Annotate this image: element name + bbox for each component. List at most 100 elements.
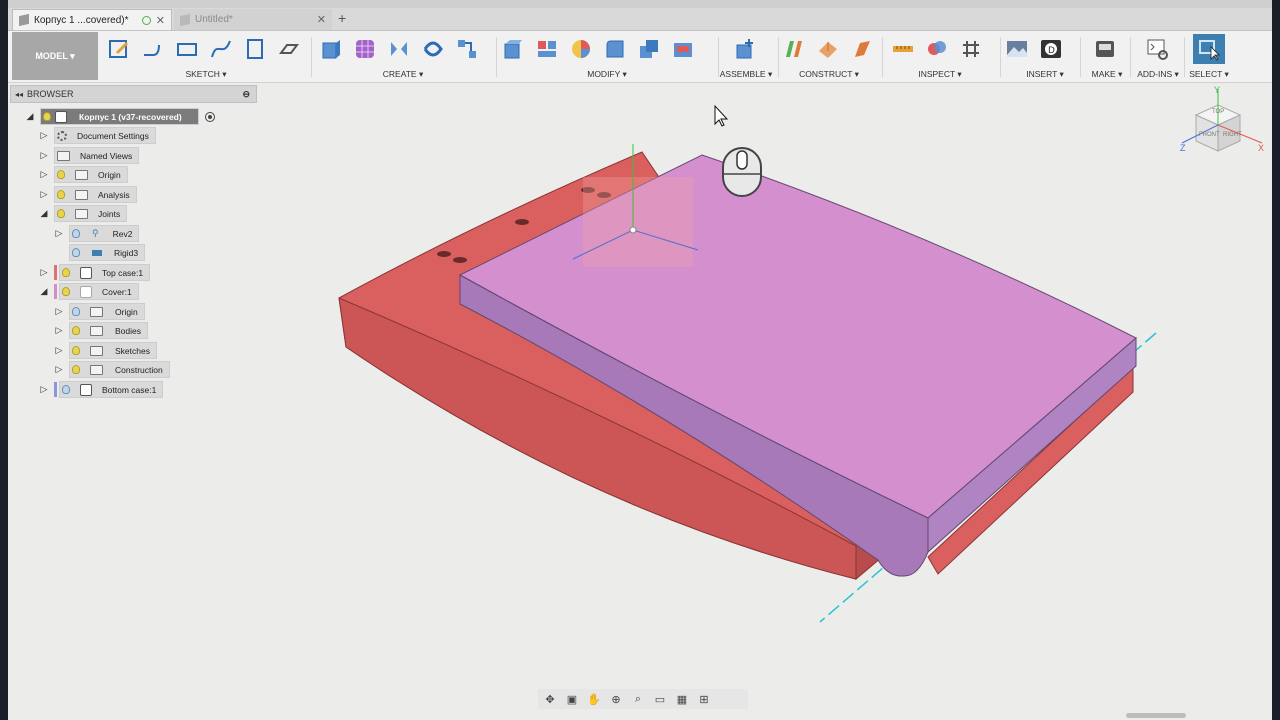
model-canvas[interactable]: [8, 82, 1272, 712]
make-menu-label[interactable]: MAKE ▾: [1080, 69, 1134, 80]
expand-triangle-icon[interactable]: ▷: [38, 169, 50, 180]
shell-icon[interactable]: [670, 36, 696, 62]
activate-component-icon[interactable]: [204, 111, 215, 122]
viewports-icon[interactable]: ⊞: [696, 692, 712, 706]
plane-at-angle-icon[interactable]: [815, 36, 841, 62]
visibility-bulb-icon[interactable]: [62, 268, 70, 277]
visibility-bulb-icon[interactable]: [62, 287, 70, 296]
browser-panel-header[interactable]: ◂◂ BROWSER ⊖: [10, 85, 257, 103]
pan-hand-icon[interactable]: ✋: [586, 692, 602, 706]
form-icon[interactable]: [352, 36, 378, 62]
collapse-triangle-icon[interactable]: ◢: [38, 286, 50, 297]
grid-settings-icon[interactable]: ▦: [674, 692, 690, 706]
axis-icon[interactable]: [849, 36, 875, 62]
tree-item-construction[interactable]: ▷ Construction: [53, 361, 170, 378]
tree-item-cover-origin[interactable]: ▷ Origin: [53, 303, 145, 320]
create-sketch-icon[interactable]: [106, 36, 132, 62]
addins-menu-label[interactable]: ADD-INS ▾: [1130, 69, 1186, 80]
assemble-menu-label[interactable]: ASSEMBLE ▾: [716, 69, 776, 80]
visibility-bulb-icon[interactable]: [72, 346, 80, 355]
decal-icon[interactable]: D: [1038, 36, 1064, 62]
fit-icon[interactable]: ⌕: [630, 692, 646, 706]
new-tab-plus-icon[interactable]: +: [338, 10, 346, 26]
visibility-bulb-icon[interactable]: [72, 326, 80, 335]
press-pull-icon[interactable]: [500, 36, 526, 62]
close-tab-icon[interactable]: ✕: [156, 14, 165, 27]
tab-document-untitled[interactable]: Untitled* ✕: [174, 9, 332, 30]
pattern-icon[interactable]: [420, 36, 446, 62]
select-icon[interactable]: [1193, 34, 1225, 64]
fillet-icon[interactable]: [602, 36, 628, 62]
appearance-icon[interactable]: [568, 36, 594, 62]
tree-root[interactable]: ◢ Корпус 1 (v37-recovered): [24, 108, 215, 125]
tree-item-bottom-case[interactable]: ▷ Bottom case:1: [38, 381, 164, 398]
create-menu-label[interactable]: CREATE ▾: [318, 69, 488, 80]
project-icon[interactable]: [276, 36, 302, 62]
tree-item-bodies[interactable]: ▷ Bodies: [53, 322, 148, 339]
expand-triangle-icon[interactable]: ◢: [24, 111, 36, 122]
modify-menu-label[interactable]: MODIFY ▾: [500, 69, 714, 80]
expand-triangle-icon[interactable]: ▷: [53, 364, 65, 375]
visibility-bulb-icon[interactable]: [62, 385, 70, 394]
visibility-bulb-icon[interactable]: [57, 170, 65, 179]
tree-item-rigid3[interactable]: Rigid3: [65, 244, 146, 261]
tree-item-named-views[interactable]: ▷ Named Views: [38, 147, 140, 164]
pipe-icon[interactable]: [454, 36, 480, 62]
visibility-bulb-icon[interactable]: [57, 209, 65, 218]
measure-icon[interactable]: [890, 36, 916, 62]
rectangle-icon[interactable]: [174, 36, 200, 62]
tree-item-joints[interactable]: ◢ Joints: [38, 205, 128, 222]
new-component-icon[interactable]: [733, 36, 759, 62]
tree-item-rev2[interactable]: ▷ ⚲ Rev2: [53, 225, 140, 242]
sketch-menu-label[interactable]: SKETCH ▾: [106, 69, 306, 80]
expand-triangle-icon[interactable]: ▷: [38, 130, 50, 141]
construct-menu-label[interactable]: CONSTRUCT ▾: [781, 69, 877, 80]
collapse-browser-icon[interactable]: ◂◂: [11, 90, 27, 99]
stop-sketch-icon[interactable]: [242, 36, 268, 62]
scripts-addins-icon[interactable]: [1144, 36, 1170, 62]
tree-item-sketches[interactable]: ▷ Sketches: [53, 342, 157, 359]
spline-icon[interactable]: [208, 36, 234, 62]
horizontal-scrollbar[interactable]: [1126, 713, 1186, 718]
section-analysis-icon[interactable]: [958, 36, 984, 62]
close-tab-icon[interactable]: ✕: [317, 13, 326, 26]
select-menu-label[interactable]: SELECT ▾: [1186, 69, 1232, 80]
visibility-bulb-icon[interactable]: [72, 248, 80, 257]
tree-item-document-settings[interactable]: ▷ Document Settings: [38, 127, 156, 144]
visibility-bulb-icon[interactable]: [72, 229, 80, 238]
visibility-bulb-icon[interactable]: [57, 190, 65, 199]
expand-triangle-icon[interactable]: ▷: [53, 345, 65, 356]
insert-menu-label[interactable]: INSERT ▾: [1004, 69, 1086, 80]
visibility-bulb-icon[interactable]: [43, 112, 51, 121]
viewcube[interactable]: TOP FRONT RIGHT Y X Z: [1178, 85, 1268, 165]
visibility-bulb-icon[interactable]: [72, 307, 80, 316]
expand-triangle-icon[interactable]: ▷: [38, 267, 50, 278]
line-icon[interactable]: [140, 36, 166, 62]
minimize-browser-icon[interactable]: ⊖: [242, 89, 250, 100]
expand-triangle-icon[interactable]: ▷: [53, 228, 65, 239]
look-at-icon[interactable]: ▣: [564, 692, 580, 706]
combine-icon[interactable]: [636, 36, 662, 62]
tree-item-analysis[interactable]: ▷ Analysis: [38, 186, 137, 203]
expand-triangle-icon[interactable]: ▷: [53, 306, 65, 317]
tree-item-cover[interactable]: ◢ Cover:1: [38, 283, 139, 300]
tab-document-active[interactable]: Корпус 1 ...covered)* ✕: [12, 9, 172, 30]
expand-triangle-icon[interactable]: ▷: [38, 384, 50, 395]
display-settings-icon[interactable]: ▭: [652, 692, 668, 706]
workspace-switcher-button[interactable]: MODEL ▾: [12, 32, 98, 80]
orbit-icon[interactable]: ✥: [542, 692, 558, 706]
split-face-icon[interactable]: [534, 36, 560, 62]
mirror-icon[interactable]: [386, 36, 412, 62]
tree-item-top-case[interactable]: ▷ Top case:1: [38, 264, 151, 281]
zoom-icon[interactable]: ⊕: [608, 692, 624, 706]
expand-triangle-icon[interactable]: ▷: [38, 189, 50, 200]
inspect-menu-label[interactable]: INSPECT ▾: [890, 69, 990, 80]
offset-plane-icon[interactable]: [781, 36, 807, 62]
interference-icon[interactable]: [924, 36, 950, 62]
canvas-icon[interactable]: [1004, 36, 1030, 62]
3d-viewport[interactable]: [8, 82, 1272, 712]
expand-triangle-icon[interactable]: ▷: [53, 325, 65, 336]
extrude-icon[interactable]: [318, 36, 344, 62]
expand-triangle-icon[interactable]: ▷: [38, 150, 50, 161]
collapse-triangle-icon[interactable]: ◢: [38, 208, 50, 219]
